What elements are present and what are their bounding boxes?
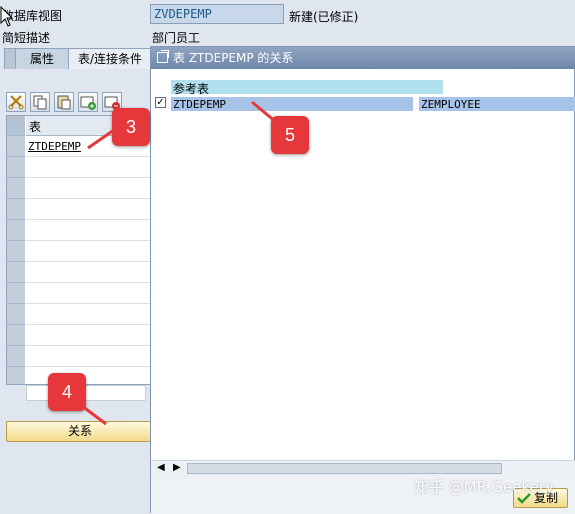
table-row[interactable] (26, 262, 151, 283)
grid-horizontal-scrollbar[interactable] (26, 385, 146, 401)
callout-3-pointer (87, 128, 115, 150)
mouse-cursor-icon (0, 6, 14, 27)
table-row[interactable] (26, 241, 151, 262)
grid-select-all[interactable] (7, 116, 25, 136)
copy-icon (33, 95, 47, 110)
table-row[interactable] (26, 283, 151, 304)
relation-dialog: 表 ZTDEPEMP 的关系 参考表 ✓ ZTDEPEMP ZEMPLOYEE … (150, 46, 575, 514)
relation-table: ZTDEPEMP (173, 98, 226, 111)
table-row[interactable] (26, 304, 151, 325)
scroll-left-icon[interactable]: ◀ (157, 462, 165, 473)
table-row[interactable] (26, 178, 151, 199)
row-selector[interactable] (7, 262, 25, 283)
callout-3: 3 (112, 108, 150, 146)
insert-row-icon (80, 96, 96, 110)
relation-ref-table: ZEMPLOYEE (421, 98, 481, 111)
short-desc-value[interactable]: 部门员工 (152, 29, 200, 46)
callout-5-pointer (251, 100, 277, 124)
row-selector[interactable] (7, 325, 25, 346)
callout-4-pointer (81, 404, 107, 426)
tab-strip: 属性 表/连接条件 (0, 48, 152, 70)
short-desc-label: 简短描述 (2, 31, 51, 45)
table-row[interactable] (26, 325, 151, 346)
table-row[interactable] (26, 367, 151, 384)
cut-button[interactable] (6, 92, 26, 112)
relation-row[interactable] (171, 97, 575, 111)
dialog-title: 表 ZTDEPEMP 的关系 (173, 51, 294, 65)
paste-button[interactable] (54, 92, 74, 112)
table-row[interactable] (26, 220, 151, 241)
view-status: 新建(已修正) (289, 10, 359, 24)
scroll-right-icon[interactable]: ▶ (173, 462, 181, 473)
row-selector[interactable] (7, 199, 25, 220)
short-desc-row: 简短描述 部门员工 (0, 25, 575, 47)
row-selector[interactable] (7, 367, 25, 384)
tables-grid: 表 ZTDEPEMP (6, 115, 152, 385)
tab-table-join[interactable]: 表/连接条件 (68, 48, 152, 69)
paste-icon (57, 95, 71, 110)
view-name-row: 数据库视图 ZVDEPEMP 新建(已修正) (0, 3, 575, 25)
table-row[interactable] (26, 346, 151, 367)
row-selector[interactable] (7, 136, 25, 157)
dialog-title-bar: 表 ZTDEPEMP 的关系 (151, 47, 575, 69)
relation-checkbox[interactable]: ✓ (155, 97, 166, 108)
row-selector[interactable] (7, 241, 25, 262)
dialog-horizontal-scrollbar[interactable]: ◀ ▶ (151, 460, 575, 477)
tree-header-label: 参考表 (173, 82, 210, 96)
copy-toolbar-button[interactable] (30, 92, 50, 112)
table-row[interactable] (26, 199, 151, 220)
scroll-thumb[interactable] (187, 463, 502, 474)
tree-header-bar (171, 80, 443, 94)
row-selector[interactable] (7, 304, 25, 325)
table-link[interactable]: ZTDEPEMP (28, 140, 81, 153)
row-selector[interactable] (7, 178, 25, 199)
column-separator (413, 97, 419, 111)
view-name-field[interactable]: ZVDEPEMP (150, 4, 284, 24)
tab-attributes[interactable]: 属性 (15, 48, 69, 69)
insert-row-button[interactable] (78, 92, 98, 112)
table-row[interactable] (26, 157, 151, 178)
external-window-icon (157, 50, 169, 63)
row-selector[interactable] (7, 283, 25, 304)
scissors-icon (8, 95, 24, 110)
row-selector[interactable] (7, 346, 25, 367)
row-selector[interactable] (7, 220, 25, 241)
watermark: 知乎 @MR.Geekery (414, 478, 554, 496)
row-selector[interactable] (7, 157, 25, 178)
